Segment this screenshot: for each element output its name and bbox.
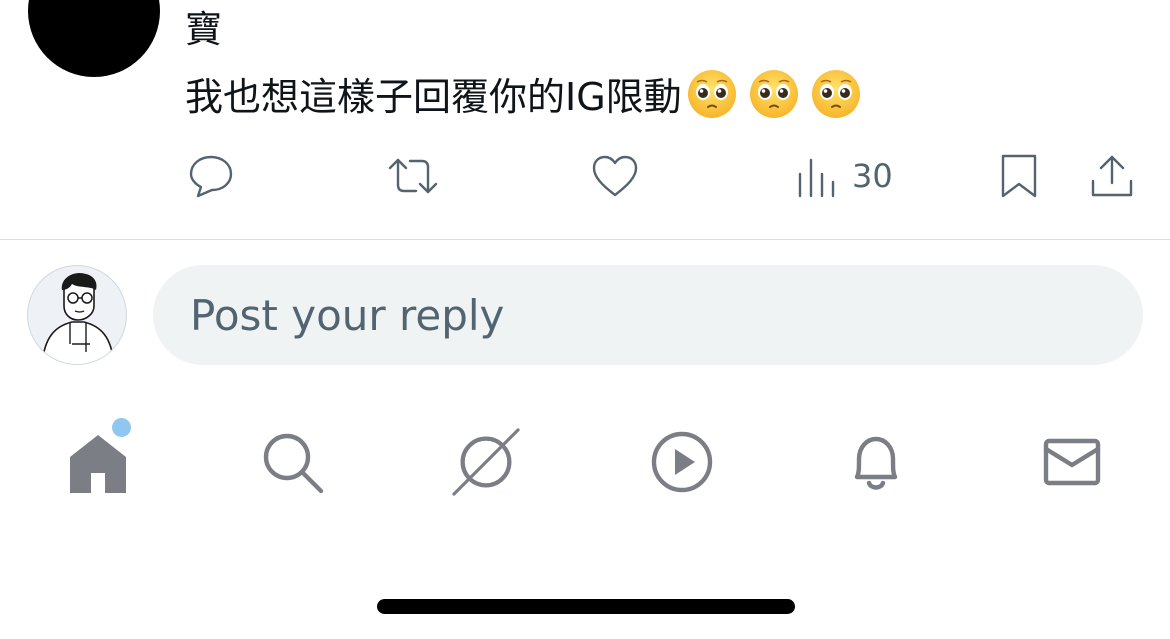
like-button[interactable] [590, 148, 640, 204]
grok-slash-icon [452, 428, 520, 496]
home-indicator [377, 599, 795, 614]
pleading-face-emoji [687, 70, 736, 118]
heart-icon [592, 155, 638, 197]
share-upload-icon [1091, 155, 1133, 197]
tweet-text-content: 我也想這樣子回覆你的IG限動 [185, 75, 682, 119]
reply-placeholder: Post your reply [190, 290, 505, 340]
repost-button[interactable] [386, 148, 440, 204]
repost-arrows-icon [388, 158, 438, 194]
speech-bubble-icon [189, 155, 233, 198]
magnifier-icon [263, 433, 324, 494]
share-button[interactable] [1088, 148, 1136, 204]
author-name[interactable]: 寶 [185, 6, 222, 54]
tweet-text: 我也想這樣子回覆你的IG限動 [185, 68, 862, 123]
cartoon-person-icon [41, 272, 115, 364]
reply-input[interactable]: Post your reply [153, 265, 1143, 365]
home-notification-dot [112, 418, 131, 437]
bell-icon [854, 436, 898, 490]
envelope-icon [1043, 438, 1101, 486]
bar-chart-icon [798, 158, 835, 198]
house-icon [70, 435, 126, 493]
divider [0, 239, 1170, 240]
play-circle-icon [651, 431, 713, 493]
reply-button[interactable] [186, 148, 236, 204]
tab-notifications[interactable] [840, 426, 912, 498]
bookmark-icon [1001, 154, 1037, 198]
author-avatar[interactable] [28, 0, 160, 77]
bookmark-button[interactable] [998, 148, 1040, 204]
pleading-face-emoji [749, 70, 798, 118]
views-count: 30 [852, 157, 893, 195]
tab-messages[interactable] [1036, 426, 1108, 498]
views-button[interactable]: 30 [796, 148, 893, 204]
tab-video[interactable] [646, 426, 718, 498]
pleading-face-emoji [811, 70, 860, 118]
tab-search[interactable] [256, 426, 328, 498]
emoji-group [682, 70, 862, 119]
user-avatar[interactable] [27, 265, 127, 365]
tab-grok[interactable] [450, 426, 522, 498]
